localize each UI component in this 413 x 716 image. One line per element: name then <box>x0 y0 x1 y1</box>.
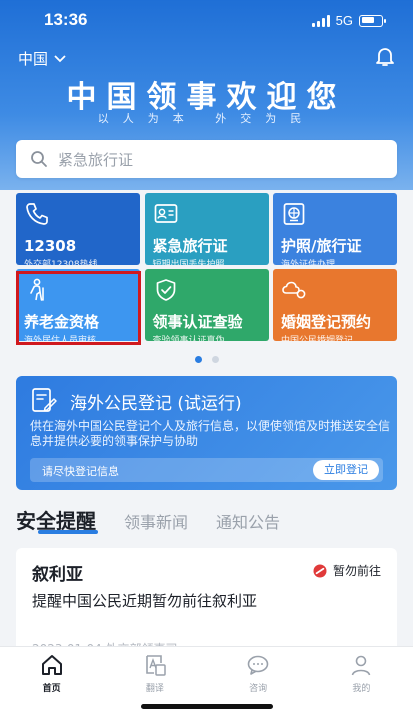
network-label: 5G <box>335 13 353 28</box>
service-tile-emergency-travel[interactable]: 紧急旅行证 短期出国丢失护照 <box>144 193 269 265</box>
service-title: 婚姻登记预约 <box>281 313 372 331</box>
home-indicator <box>141 704 273 709</box>
elderly-icon <box>30 278 44 301</box>
registration-description: 供在海外中国公民登记个人及旅行信息，以便使领馆及时推送安全信息并提供必要的领事保… <box>30 419 391 448</box>
registration-form-icon <box>32 388 57 412</box>
service-subtitle: 中国公民婚姻登记 <box>281 336 354 341</box>
service-title: 养老金资格 <box>24 313 100 331</box>
passport-icon <box>283 203 305 225</box>
service-tile-marriage[interactable]: 婚姻登记预约 中国公民婚姻登记 <box>273 269 397 341</box>
signal-icon <box>311 14 330 27</box>
service-tile-passport[interactable]: 护照/旅行证 海外证件办理 <box>273 193 397 265</box>
tabbar-home[interactable]: 首页 <box>0 647 103 716</box>
service-title: 紧急旅行证 <box>152 237 228 255</box>
service-subtitle: 短期出国丢失护照 <box>152 260 225 265</box>
pager-dot-active[interactable] <box>194 356 202 363</box>
chat-icon <box>247 655 269 675</box>
service-title: 12308 <box>24 237 77 255</box>
chevron-down-icon <box>54 54 66 62</box>
alert-level-badge: 暂勿前往 <box>313 562 381 579</box>
service-tile-certification[interactable]: 领事认证查验 查验领事认证真伪 <box>144 269 269 341</box>
service-tile-pension[interactable]: 养老金资格 海外居住人员审核 <box>16 269 140 341</box>
pager-dot[interactable] <box>211 356 219 363</box>
search-icon <box>31 151 47 167</box>
user-icon <box>352 655 371 676</box>
citizen-registration-card[interactable]: 海外公民登记 (试运行) 供在海外中国公民登记个人及旅行信息，以便使领馆及时推送… <box>16 376 397 490</box>
battery-icon <box>359 14 386 27</box>
safety-alert-card[interactable]: 叙利亚 暂勿前往 提醒中国公民近期暂勿前往叙利亚 2023-01-04 外交部领… <box>16 548 397 658</box>
alert-country: 叙利亚 <box>32 565 83 585</box>
registration-hint: 请尽快登记信息 <box>42 465 119 478</box>
service-grid: 12308 外交部12308热线 紧急旅行证 短期出国丢失护照 护照/旅行证 海… <box>16 193 397 341</box>
registration-prompt-bar: 请尽快登记信息 立即登记 <box>30 458 383 482</box>
tabbar-label: 我的 <box>352 684 371 694</box>
shield-check-icon <box>156 279 175 301</box>
tab-announcements[interactable]: 通知公告 <box>216 509 280 533</box>
status-bar: 13:36 5G <box>0 10 413 34</box>
active-tab-indicator <box>38 530 98 534</box>
alert-level-label: 暂勿前往 <box>332 564 381 578</box>
tabbar-mine[interactable]: 我的 <box>310 647 413 716</box>
service-subtitle: 海外证件办理 <box>281 260 336 265</box>
service-subtitle: 海外居住人员审核 <box>24 336 97 341</box>
tab-consular-news[interactable]: 领事新闻 <box>124 509 188 533</box>
register-now-button[interactable]: 立即登记 <box>313 460 379 480</box>
service-title: 领事认证查验 <box>152 313 243 331</box>
service-subtitle: 外交部12308热线 <box>24 260 98 265</box>
region-selector[interactable]: 中国 <box>18 48 66 69</box>
bell-icon[interactable] <box>373 44 397 68</box>
registration-title: 海外公民登记 (试运行) <box>70 394 242 414</box>
tabbar-label: 首页 <box>42 684 61 694</box>
status-time: 13:36 <box>44 10 88 29</box>
no-entry-icon <box>313 564 327 577</box>
id-card-icon <box>154 204 177 223</box>
status-indicators: 5G <box>311 13 386 28</box>
phone-icon <box>26 203 48 225</box>
service-title: 护照/旅行证 <box>281 237 362 255</box>
search-placeholder: 紧急旅行证 <box>58 150 134 169</box>
region-label: 中国 <box>18 50 49 68</box>
home-icon <box>41 655 62 675</box>
search-bar[interactable]: 紧急旅行证 <box>16 140 397 178</box>
rings-icon <box>282 281 306 299</box>
tabbar-label: 咨询 <box>249 684 268 694</box>
translate-icon <box>146 655 166 676</box>
service-tile-12308[interactable]: 12308 外交部12308热线 <box>16 193 140 265</box>
pager-dots <box>0 356 413 363</box>
alert-text: 提醒中国公民近期暂勿前往叙利亚 <box>32 592 258 610</box>
hero-subtitle: 以人为本 外交为民 <box>97 112 316 125</box>
tabbar-label: 翻译 <box>145 684 164 694</box>
service-subtitle: 查验领事认证真伪 <box>152 336 225 341</box>
